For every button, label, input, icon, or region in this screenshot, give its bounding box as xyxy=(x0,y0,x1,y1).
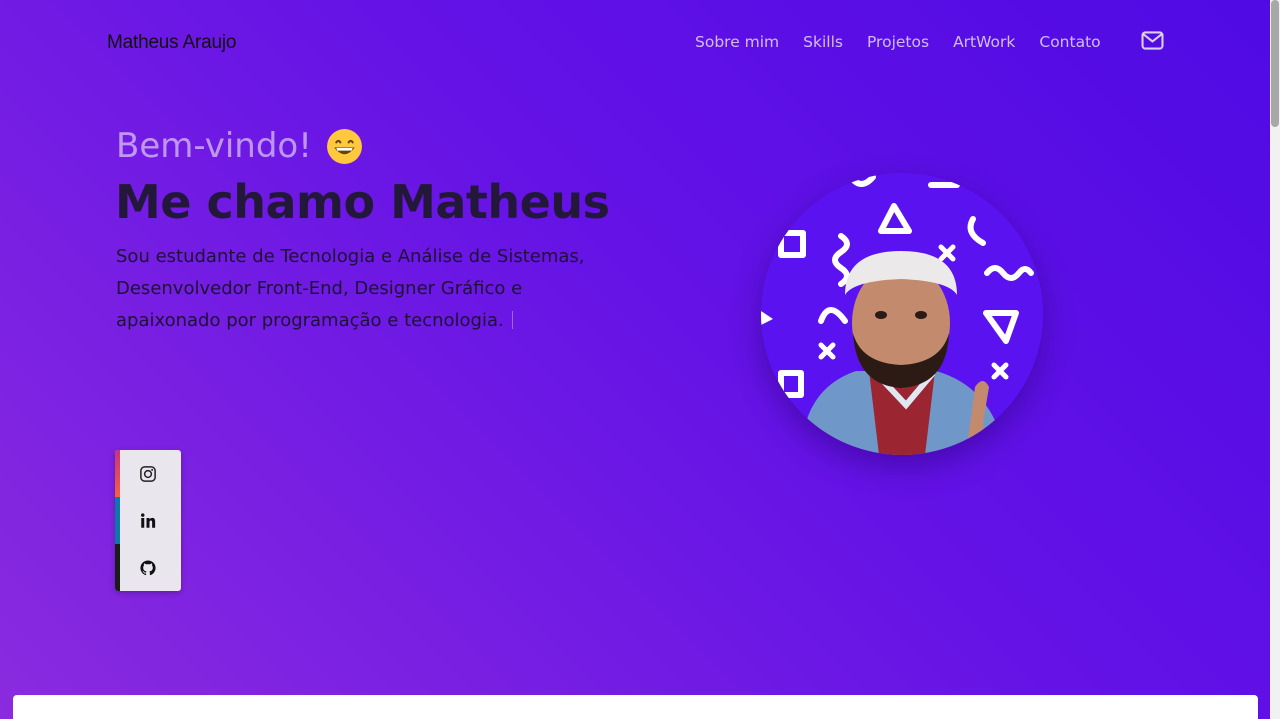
typing-caret xyxy=(511,311,513,329)
nav-sobre-mim[interactable]: Sobre mim xyxy=(695,33,779,51)
greeting-text: Bem-vindo! xyxy=(116,126,312,166)
nav-projetos[interactable]: Projetos xyxy=(867,33,929,51)
greeting: Bem-vindo! xyxy=(116,126,363,166)
nav-skills[interactable]: Skills xyxy=(803,33,843,51)
hero-description: Sou estudante de Tecnologia e Análise de… xyxy=(116,241,596,337)
hero-title: Me chamo Matheus xyxy=(115,175,610,229)
instagram-button[interactable] xyxy=(115,450,181,497)
profile-avatar xyxy=(761,173,1043,455)
github-icon xyxy=(140,559,156,575)
instagram-accent xyxy=(115,450,120,497)
grinning-face-emoji-icon xyxy=(326,128,362,164)
main-nav: Sobre mim Skills Projetos ArtWork Contat… xyxy=(695,33,1125,51)
nav-artwork[interactable]: ArtWork xyxy=(953,33,1015,51)
social-links xyxy=(115,450,181,591)
scrollbar-thumb[interactable] xyxy=(1271,0,1279,127)
page: Matheus Araujo Sobre mim Skills Projetos… xyxy=(0,0,1270,719)
nav-contato[interactable]: Contato xyxy=(1039,33,1100,51)
profile-photo xyxy=(761,173,1043,455)
instagram-icon xyxy=(140,465,156,482)
linkedin-icon xyxy=(141,512,156,528)
github-accent xyxy=(115,544,120,591)
linkedin-button[interactable] xyxy=(115,497,181,544)
github-button[interactable] xyxy=(115,544,181,591)
brand-logo[interactable]: Matheus Araujo xyxy=(107,32,236,54)
linkedin-accent xyxy=(115,497,120,544)
scrollbar[interactable] xyxy=(1270,0,1280,719)
next-section-card xyxy=(13,695,1258,719)
envelope-icon[interactable] xyxy=(1141,31,1164,50)
hero-description-text: Sou estudante de Tecnologia e Análise de… xyxy=(116,246,585,331)
